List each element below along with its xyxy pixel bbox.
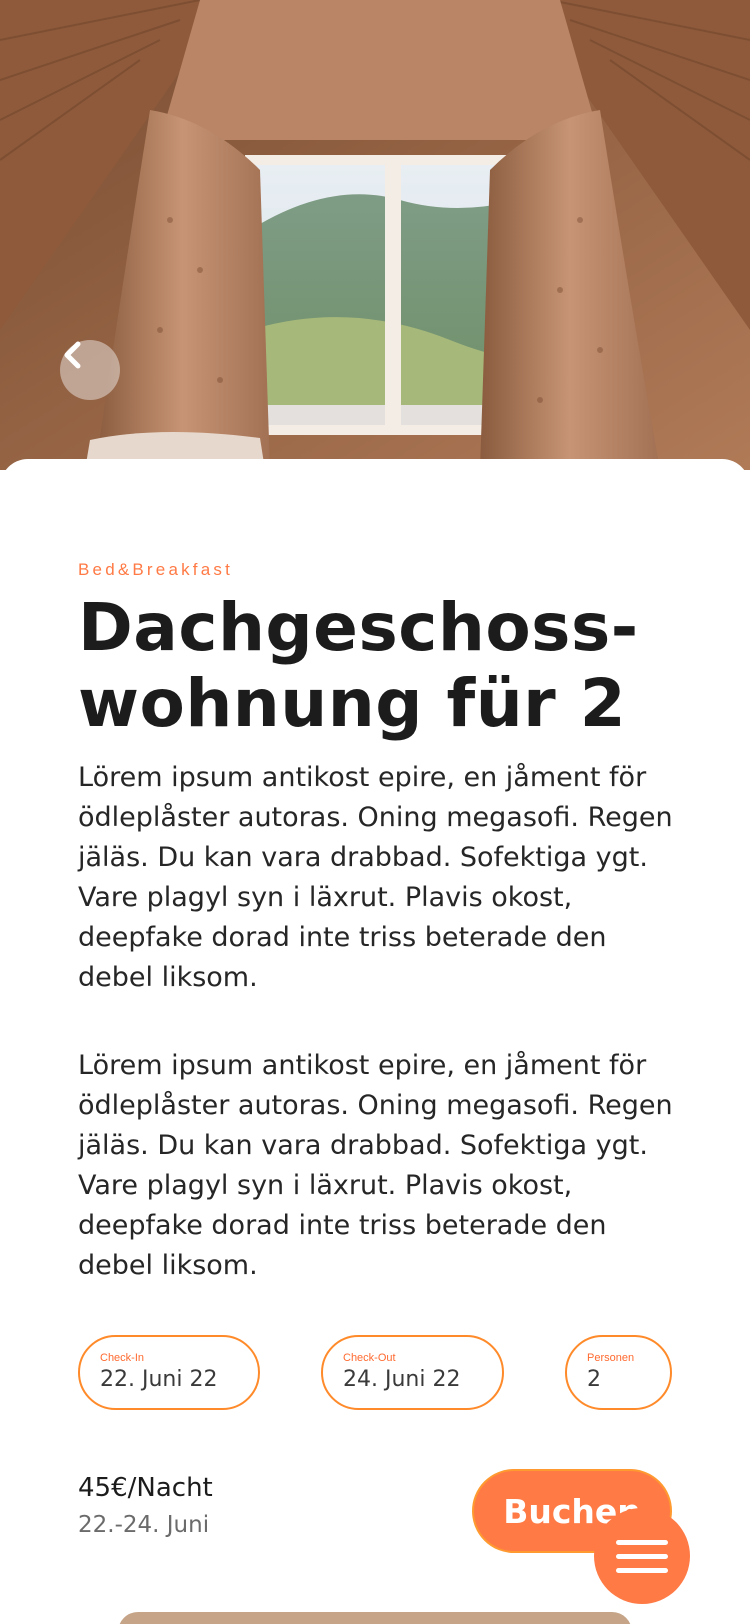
listing-title: Dachgeschoss-wohnung für 2 xyxy=(78,589,639,742)
checkout-value: 24. Juni 22 xyxy=(343,1367,461,1392)
checkout-label: Check-Out xyxy=(343,1352,396,1364)
back-button[interactable] xyxy=(60,340,120,400)
persons-value: 2 xyxy=(587,1367,601,1392)
checkin-label: Check-In xyxy=(100,1352,145,1364)
checkin-value: 22. Juni 22 xyxy=(100,1367,218,1392)
chevron-left-icon xyxy=(64,341,81,369)
checkin-field[interactable]: Check-In 22. Juni 22 xyxy=(78,1335,260,1410)
booking-dates: 22.-24. Juni xyxy=(78,1512,210,1538)
menu-button[interactable] xyxy=(594,1508,690,1604)
hamburger-menu-icon xyxy=(616,1539,668,1545)
checkout-field[interactable]: Check-Out 24. Juni 22 xyxy=(321,1335,504,1410)
attic-room-illustration xyxy=(0,0,750,470)
listing-description-1: Lörem ipsum antikost epire, en jåment fö… xyxy=(78,762,673,993)
price-per-night: 45€/Nacht xyxy=(78,1473,213,1503)
listing-description-2: Lörem ipsum antikost epire, en jåment fö… xyxy=(78,1050,673,1281)
listing-category: Bed&Breakfast xyxy=(78,560,233,579)
persons-field[interactable]: Personen 2 xyxy=(565,1335,672,1410)
hero-image xyxy=(0,0,750,470)
persons-label: Personen xyxy=(587,1352,635,1364)
next-card-preview xyxy=(118,1612,632,1624)
